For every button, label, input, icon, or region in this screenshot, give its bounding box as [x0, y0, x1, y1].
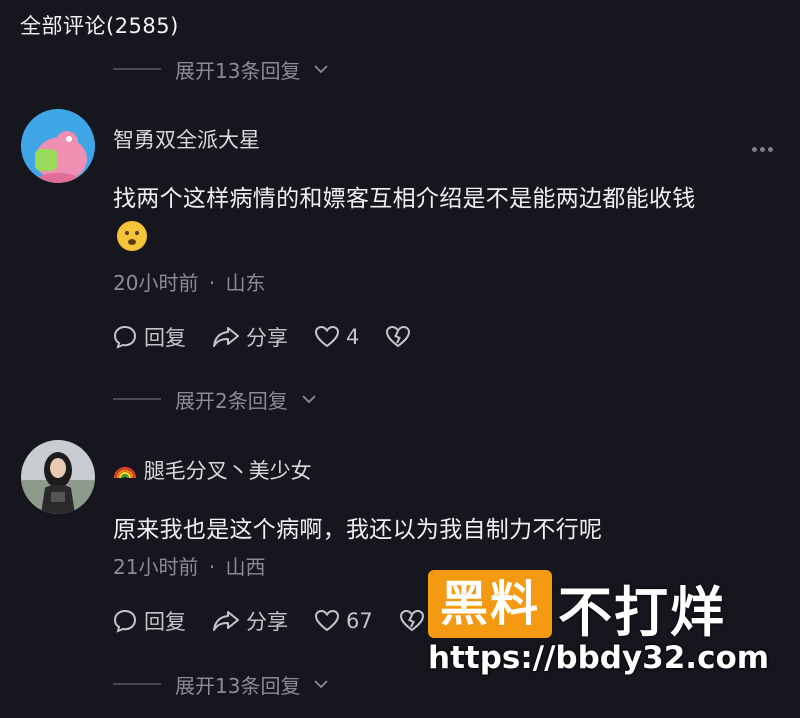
chevron-down-icon [314, 65, 329, 74]
more-options-icon[interactable] [752, 137, 778, 152]
comment-text: 原来我也是这个病啊，我还以为我自制力不行呢 [113, 517, 603, 543]
comment-location: 山东 [225, 271, 266, 295]
reply-label: 回复 [144, 610, 186, 634]
divider-line [113, 683, 161, 685]
divider-line [113, 68, 161, 70]
dislike-button[interactable] [399, 609, 425, 633]
emoji-icon [117, 221, 147, 251]
broken-heart-icon [386, 325, 411, 348]
chevron-down-icon [314, 680, 329, 689]
like-button[interactable]: 67 [314, 609, 373, 633]
like-button[interactable]: 4 [314, 325, 359, 349]
meta-separator: · [208, 555, 216, 579]
like-count: 67 [346, 609, 373, 633]
heart-icon [314, 325, 340, 348]
share-arrow-icon [213, 611, 239, 631]
share-arrow-icon [213, 327, 239, 347]
expand-replies-button[interactable]: 展开13条回复 [113, 54, 329, 84]
share-label: 分享 [246, 326, 288, 350]
comments-header-title: 全部评论(2585) [20, 14, 179, 38]
comment-meta: 20小时前 · 山东 [113, 267, 266, 296]
chat-bubble-icon [113, 325, 137, 349]
watermark-url: https://bbdy32.com [428, 640, 770, 676]
expand-replies-button[interactable]: 展开2条回复 [113, 384, 316, 414]
share-button[interactable]: 分享 [212, 322, 288, 352]
comment-username: 腿毛分叉丶美少女 [143, 459, 312, 483]
comment-time: 21小时前 [113, 555, 199, 579]
comment-actions: 回复 分享 4 [112, 322, 437, 352]
share-button[interactable]: 分享 [212, 606, 288, 636]
expand-replies-button[interactable]: 展开13条回复 [113, 669, 329, 699]
comment-time: 20小时前 [113, 271, 199, 295]
comment-username[interactable]: 智勇双全派大星 [113, 124, 260, 154]
broken-heart-icon [399, 609, 424, 632]
chevron-down-icon [302, 395, 316, 404]
like-count: 4 [346, 325, 360, 349]
watermark-badge: 黑料 [428, 570, 552, 638]
reply-label: 回复 [144, 326, 186, 350]
comment-username-row[interactable]: 腿毛分叉丶美少女 [113, 455, 312, 485]
rainbow-icon [113, 466, 137, 479]
share-label: 分享 [246, 610, 288, 634]
reply-button[interactable]: 回复 [112, 606, 186, 636]
chat-bubble-icon [113, 609, 137, 633]
meta-separator: · [208, 271, 216, 295]
avatar[interactable] [21, 440, 95, 514]
comment-actions: 回复 分享 67 [112, 606, 451, 636]
expand-replies-label: 展开2条回复 [175, 388, 288, 413]
comment-text: 找两个这样病情的和嫖客互相介绍是不是能两边都能收钱 [113, 186, 696, 212]
watermark-text: 不打烊 [558, 581, 726, 644]
reply-button[interactable]: 回复 [112, 322, 186, 352]
avatar[interactable] [21, 109, 95, 183]
dislike-button[interactable] [385, 325, 411, 349]
divider-line [113, 398, 161, 400]
expand-replies-label: 展开13条回复 [175, 58, 301, 83]
heart-icon [314, 609, 340, 632]
comment-meta: 21小时前 · 山西 [113, 551, 266, 580]
comment-location: 山西 [225, 555, 266, 579]
watermark: 黑料 不打烊 https://bbdy32.com [428, 566, 778, 686]
expand-replies-label: 展开13条回复 [175, 673, 301, 698]
